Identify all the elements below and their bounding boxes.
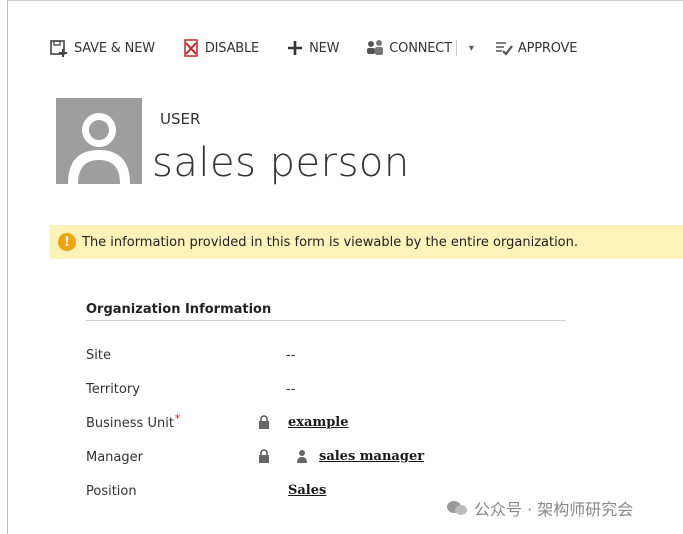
watermark-text: 公众号 · 架构师研究会 xyxy=(474,500,634,519)
new-label: NEW xyxy=(309,40,340,56)
frame-top-border xyxy=(7,0,683,1)
lock-icon xyxy=(259,449,269,463)
notification-bar: ! The information provided in this form … xyxy=(50,225,683,259)
disable-icon xyxy=(181,38,201,58)
business-unit-label: Business Unit xyxy=(86,416,174,431)
connect-label: CONNECT xyxy=(389,40,452,56)
business-unit-link[interactable]: example xyxy=(288,415,349,430)
watermark: 公众号 · 架构师研究会 xyxy=(446,496,633,520)
approve-icon xyxy=(494,38,514,58)
disable-button[interactable]: DISABLE xyxy=(181,38,259,58)
required-indicator: * xyxy=(174,412,181,425)
save-new-label: SAVE & NEW xyxy=(74,40,155,56)
notification-text: The information provided in this form is… xyxy=(82,234,579,250)
user-icon xyxy=(297,450,307,463)
section-divider xyxy=(86,320,566,321)
lock-icon xyxy=(259,415,269,429)
site-label: Site xyxy=(86,348,111,363)
disable-label: DISABLE xyxy=(204,40,260,56)
command-bar: SAVE & NEW DISABLE NEW CONNECT ▾ APPROVE xyxy=(50,36,577,60)
plus-icon xyxy=(285,38,305,58)
manager-label: Manager xyxy=(86,450,143,465)
connect-button[interactable]: CONNECT xyxy=(365,38,452,58)
toolbar-separator xyxy=(455,40,457,56)
connect-icon xyxy=(365,38,385,58)
avatar xyxy=(56,98,142,184)
save-new-button[interactable]: SAVE & NEW xyxy=(50,38,155,58)
save-new-icon xyxy=(50,38,70,58)
business-unit-label-wrap: Business Unit* xyxy=(86,412,180,431)
approve-button[interactable]: APPROVE xyxy=(494,38,577,58)
connect-dropdown-icon[interactable]: ▾ xyxy=(469,43,474,54)
wechat-icon xyxy=(447,501,467,515)
territory-value[interactable]: -- xyxy=(286,382,295,397)
new-button[interactable]: NEW xyxy=(285,38,339,58)
frame-left-border xyxy=(7,0,8,534)
warning-icon: ! xyxy=(58,233,76,251)
record-title: sales person xyxy=(152,140,410,186)
manager-link[interactable]: sales manager xyxy=(319,449,424,464)
entity-type-label: USER xyxy=(160,110,201,128)
approve-label: APPROVE xyxy=(517,40,578,56)
user-silhouette-icon xyxy=(68,113,130,184)
section-title: Organization Information xyxy=(86,302,272,317)
position-label: Position xyxy=(86,484,137,499)
territory-label: Territory xyxy=(86,382,140,397)
site-value[interactable]: -- xyxy=(286,348,295,363)
position-link[interactable]: Sales xyxy=(288,483,326,498)
